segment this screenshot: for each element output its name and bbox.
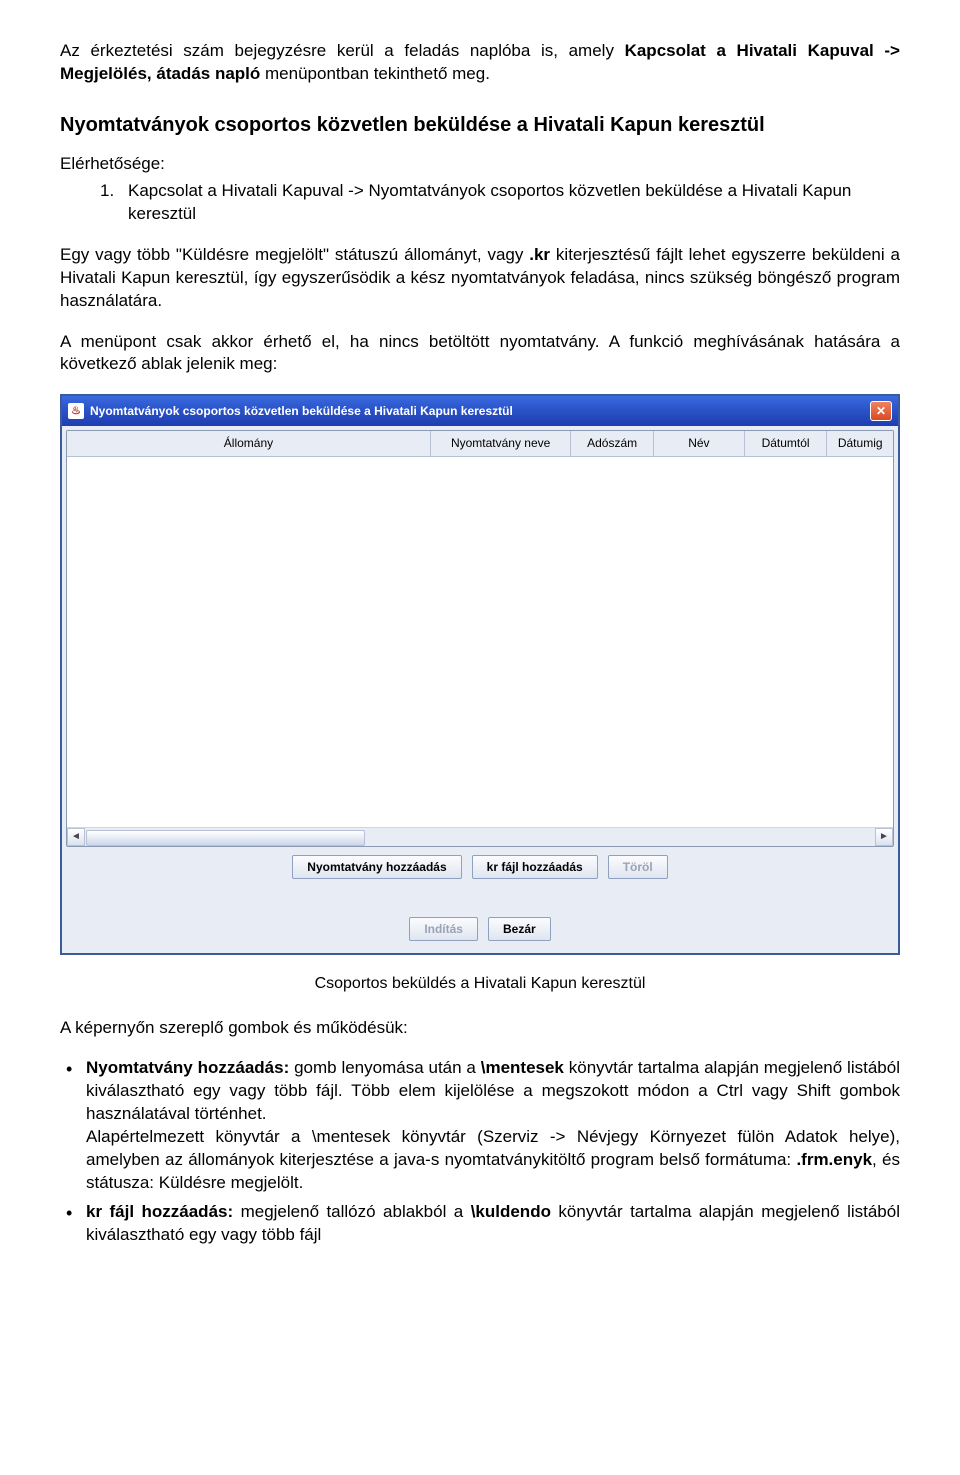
column-header[interactable]: Dátumtól xyxy=(744,431,827,456)
scroll-left-arrow[interactable]: ◄ xyxy=(67,828,85,846)
intro-text-2: menüpontban tekinthető meg. xyxy=(260,64,490,83)
scroll-right-arrow[interactable]: ► xyxy=(875,828,893,846)
para2-bold: .kr xyxy=(529,245,550,264)
availability-item-1: 1. Kapcsolat a Hivatali Kapuval -> Nyomt… xyxy=(100,180,900,226)
table-header-row: ÁllományNyomtatvány neveAdószámNévDátumt… xyxy=(67,431,893,456)
bullet2-mid: megjelenő tallózó ablakból a xyxy=(233,1202,471,1221)
scroll-track[interactable] xyxy=(85,829,875,845)
list-marker: 1. xyxy=(100,180,128,226)
column-header[interactable]: Név xyxy=(653,431,744,456)
figure-caption: Csoportos beküldés a Hivatali Kapun kere… xyxy=(60,973,900,995)
intro-paragraph: Az érkeztetési szám bejegyzésre kerül a … xyxy=(60,40,900,86)
column-header[interactable]: Nyomtatvány neve xyxy=(430,431,570,456)
availability-list: 1. Kapcsolat a Hivatali Kapuval -> Nyomt… xyxy=(100,180,900,226)
button-row-1: Nyomtatvány hozzáadás kr fájl hozzáadás Tö… xyxy=(66,847,894,887)
column-header[interactable]: Adószám xyxy=(571,431,654,456)
dialog-body: ÁllományNyomtatvány neveAdószámNévDátumt… xyxy=(62,426,898,953)
column-header[interactable]: Állomány xyxy=(67,431,430,456)
dialog-titlebar: ♨ Nyomtatványok csoportos közvetlen bekü… xyxy=(62,396,898,426)
para2-a: Egy vagy több "Küldésre megjelölt" státu… xyxy=(60,245,529,264)
paragraph-2: Egy vagy több "Küldésre megjelölt" státu… xyxy=(60,244,900,313)
java-icon: ♨ xyxy=(68,403,84,419)
data-table: ÁllományNyomtatvány neveAdószámNévDátumt… xyxy=(67,431,893,456)
paragraph-3: A menüpont csak akkor érhető el, ha ninc… xyxy=(60,331,900,377)
bezár-button[interactable]: Bezár xyxy=(488,917,551,941)
bullet2-path: \kuldendo xyxy=(471,1202,551,1221)
dialog-title: Nyomtatványok csoportos közvetlen beküld… xyxy=(90,403,513,419)
bullet1-path: \mentesek xyxy=(481,1058,564,1077)
section-title: Nyomtatványok csoportos közvetlen beküld… xyxy=(60,112,900,139)
dialog-window: ♨ Nyomtatványok csoportos közvetlen bekü… xyxy=(60,394,900,955)
availability-item-text: Kapcsolat a Hivatali Kapuval -> Nyomtatv… xyxy=(128,180,900,226)
nyomtatvány-hozzáadás-button[interactable]: Nyomtatvány hozzáadás xyxy=(292,855,461,879)
bullet-item-1: Nyomtatvány hozzáadás: gomb lenyomása ut… xyxy=(60,1057,900,1195)
paragraph-4: A képernyőn szereplő gombok és működésük… xyxy=(60,1017,900,1040)
close-button[interactable]: ✕ xyxy=(870,401,892,421)
scroll-thumb[interactable] xyxy=(86,830,365,846)
column-header[interactable]: Dátumig xyxy=(827,431,893,456)
bullet1-mid: gomb lenyomása után a xyxy=(289,1058,481,1077)
bullet-item-2: kr fájl hozzáadás: megjelenő tallózó abl… xyxy=(60,1201,900,1247)
bullet1-p2-bold: .frm.enyk xyxy=(796,1150,872,1169)
availability-label: Elérhetősége: xyxy=(60,153,900,176)
bullet1-label: Nyomtatvány hozzáadás: xyxy=(86,1058,289,1077)
bullet-list: Nyomtatvány hozzáadás: gomb lenyomása ut… xyxy=(60,1057,900,1247)
töröl-button: Töröl xyxy=(608,855,668,879)
indítás-button: Indítás xyxy=(409,917,478,941)
bullet2-label: kr fájl hozzáadás: xyxy=(86,1202,233,1221)
table-body-empty xyxy=(67,457,893,827)
table-container: ÁllományNyomtatvány neveAdószámNévDátumt… xyxy=(66,430,894,846)
button-row-2: Indítás Bezár xyxy=(66,887,894,949)
intro-text-1: Az érkeztetési szám bejegyzésre kerül a … xyxy=(60,41,625,60)
horizontal-scrollbar[interactable]: ◄ ► xyxy=(67,827,893,846)
bullet1-p2a: Alapértelmezett könyvtár a \mentesek kön… xyxy=(86,1127,900,1169)
kr-fájl-hozzáadás-button[interactable]: kr fájl hozzáadás xyxy=(472,855,598,879)
